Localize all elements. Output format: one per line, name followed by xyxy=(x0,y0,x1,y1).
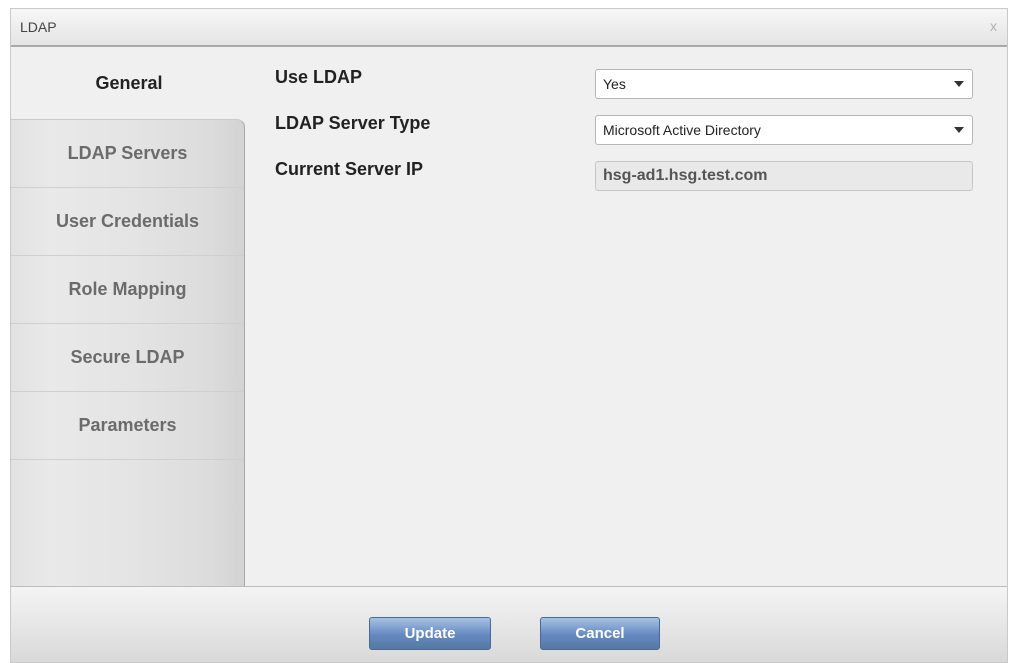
form-panel: Use LDAP Yes LDAP Server Type Microsoft … xyxy=(275,67,977,205)
current-ip-field: hsg-ad1.hsg.test.com xyxy=(595,161,973,191)
tab-user-credentials[interactable]: User Credentials xyxy=(11,188,244,256)
sidebar: General LDAP Servers User Credentials Ro… xyxy=(11,47,247,589)
tab-parameters[interactable]: Parameters xyxy=(11,392,244,460)
tab-ldap-servers[interactable]: LDAP Servers xyxy=(11,120,244,188)
tab-role-mapping[interactable]: Role Mapping xyxy=(11,256,244,324)
use-ldap-select[interactable]: Yes xyxy=(595,69,973,99)
dialog-footer: Update Cancel xyxy=(11,586,1007,662)
update-button[interactable]: Update xyxy=(369,617,491,650)
use-ldap-label: Use LDAP xyxy=(275,67,363,87)
chevron-down-icon xyxy=(954,127,964,133)
tab-general[interactable]: General xyxy=(11,47,247,119)
tab-secure-ldap[interactable]: Secure LDAP xyxy=(11,324,244,392)
dialog-title: LDAP xyxy=(20,19,57,35)
chevron-down-icon xyxy=(954,81,964,87)
close-icon[interactable]: x xyxy=(990,18,997,34)
use-ldap-row: Use LDAP Yes xyxy=(275,67,977,113)
current-ip-value: hsg-ad1.hsg.test.com xyxy=(603,167,768,184)
current-ip-label: Current Server IP xyxy=(275,159,424,179)
tab-list: LDAP Servers User Credentials Role Mappi… xyxy=(11,119,245,589)
current-ip-row: Current Server IP hsg-ad1.hsg.test.com xyxy=(275,159,977,205)
server-type-label: LDAP Server Type xyxy=(275,113,431,133)
server-type-row: LDAP Server Type Microsoft Active Direct… xyxy=(275,113,977,159)
dialog-titlebar: LDAP x xyxy=(11,9,1007,47)
use-ldap-value: Yes xyxy=(603,76,626,92)
cancel-button[interactable]: Cancel xyxy=(540,617,660,650)
server-type-select[interactable]: Microsoft Active Directory xyxy=(595,115,973,145)
ldap-dialog: LDAP x General LDAP Servers User Credent… xyxy=(10,8,1008,663)
server-type-value: Microsoft Active Directory xyxy=(603,122,761,138)
